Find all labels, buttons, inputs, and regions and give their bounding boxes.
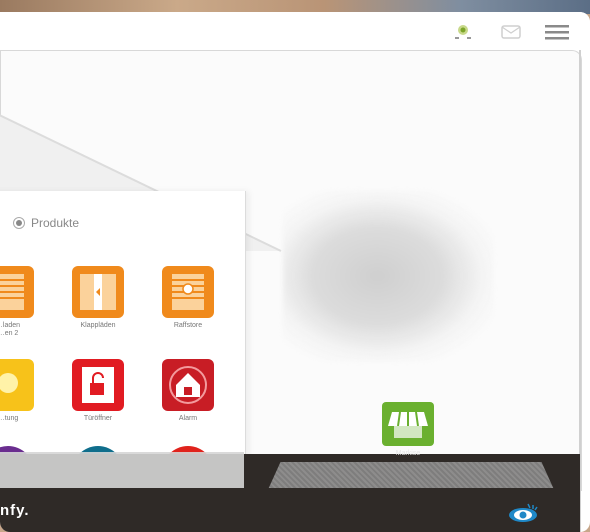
room-placeholder-cloud	[283, 191, 493, 361]
roller-shutter-icon	[0, 266, 34, 318]
shutters-icon	[72, 266, 124, 318]
brand-logo: nfy.	[0, 502, 30, 519]
door-lock-icon	[72, 359, 124, 411]
house-view: Produkte …laden…en 2	[0, 50, 582, 521]
menu-icon[interactable]	[544, 22, 570, 42]
produkte-label: Produkte	[31, 216, 80, 230]
bottom-bar	[0, 488, 580, 532]
alarm-tile[interactable]: Alarm	[153, 359, 223, 423]
eye-view-icon[interactable]	[506, 502, 540, 524]
produkte-filter[interactable]: Produkte	[13, 216, 79, 230]
klappladen-tile[interactable]: Klappläden	[63, 266, 133, 330]
mail-icon[interactable]	[500, 22, 522, 42]
tile-label: Raffstore	[173, 322, 203, 329]
raffstore-tile[interactable]: Raffstore	[153, 266, 223, 330]
tile-label: Klappläden	[80, 322, 116, 329]
radio-icon[interactable]	[13, 217, 25, 229]
light-icon	[0, 359, 34, 411]
awning-icon	[382, 402, 434, 446]
panel-footer	[0, 452, 244, 488]
app-window: Produkte …laden…en 2	[0, 12, 590, 532]
venetian-blind-icon	[162, 266, 214, 318]
markise-label: Markise	[395, 450, 421, 457]
beleuchtung-tile[interactable]: …tung	[0, 359, 43, 423]
tile-label: …laden…en 2	[0, 322, 21, 337]
markise-device[interactable]: Markise	[378, 402, 438, 457]
alarm-house-icon	[162, 359, 214, 411]
top-toolbar	[0, 12, 590, 50]
tile-label: …tung	[0, 415, 19, 422]
tueroeffner-tile[interactable]: Türöffner	[63, 359, 133, 423]
tile-label: Alarm	[178, 415, 198, 422]
rollladen-tile[interactable]: …laden…en 2	[0, 266, 43, 338]
home-connect-icon[interactable]	[452, 22, 474, 42]
tile-label: Türöffner	[83, 415, 113, 422]
